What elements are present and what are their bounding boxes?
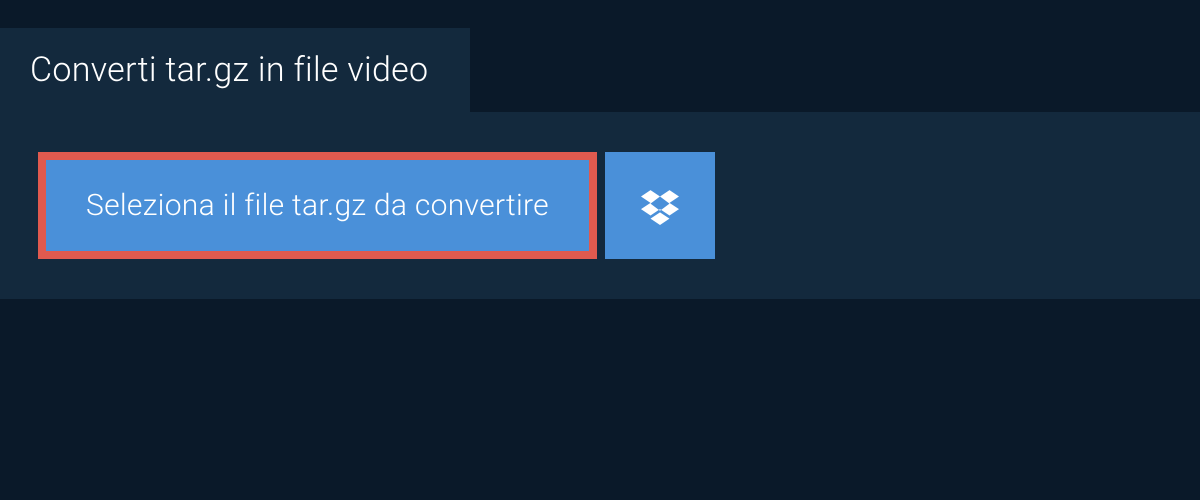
tab-container: Converti tar.gz in file video (0, 0, 1200, 112)
tab-label: Converti tar.gz in file video (30, 50, 428, 90)
dropbox-button[interactable] (605, 152, 715, 259)
tab-convert[interactable]: Converti tar.gz in file video (0, 28, 470, 112)
select-file-button[interactable]: Seleziona il file tar.gz da convertire (38, 152, 597, 259)
content-panel: Seleziona il file tar.gz da convertire (0, 112, 1200, 299)
button-row: Seleziona il file tar.gz da convertire (38, 152, 1162, 259)
select-file-label: Seleziona il file tar.gz da convertire (86, 188, 549, 223)
dropbox-icon (641, 187, 679, 225)
